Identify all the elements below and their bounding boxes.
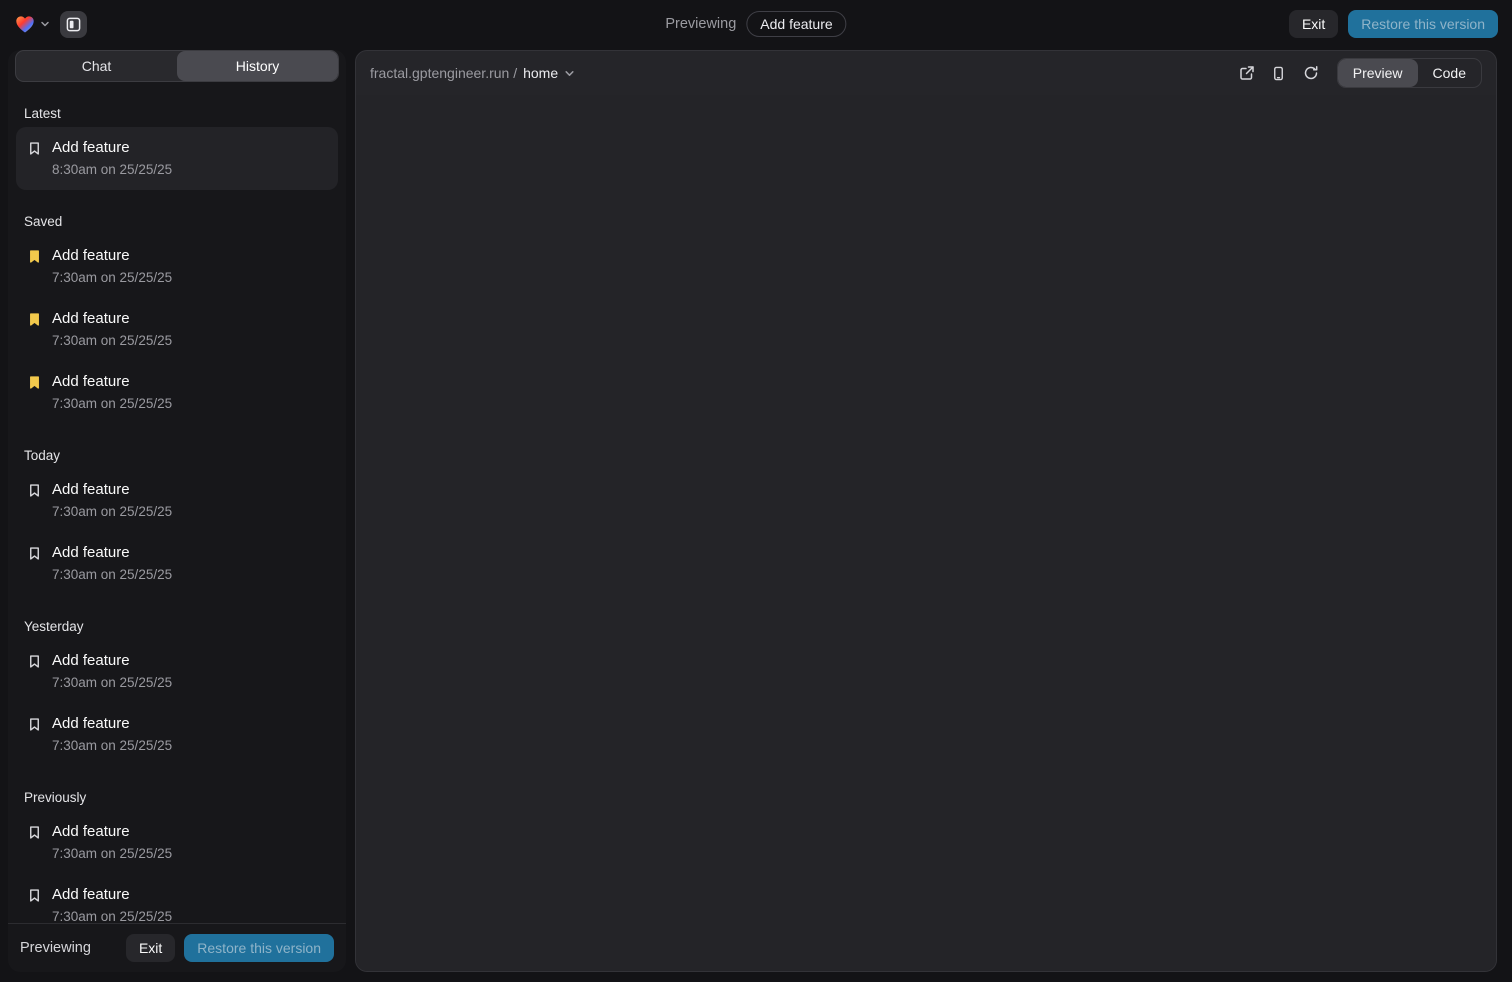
history-item-timestamp: 7:30am on 25/25/25 [52,269,172,287]
sidebar-toggle-button[interactable] [60,11,87,38]
preview-viewport[interactable] [356,95,1496,971]
history-item-title: Add feature [52,822,172,842]
preview-panel: fractal.gptengineer.run / home [355,50,1497,972]
bookmark-filled-icon [27,249,43,264]
preview-url-selector[interactable]: fractal.gptengineer.run / home [370,65,575,81]
history-item-timestamp: 7:30am on 25/25/25 [52,332,172,350]
footer-restore-version-button[interactable]: Restore this version [184,934,334,962]
history-item[interactable]: Add feature 7:30am on 25/25/25 [16,640,338,703]
history-item[interactable]: Add feature 7:30am on 25/25/25 [16,703,338,766]
restore-version-button[interactable]: Restore this version [1348,10,1498,38]
history-section-title: Yesterday [24,619,330,634]
history-section: Latest Add feature 8:30am on 25/25/25 [16,106,338,190]
tab-preview[interactable]: Preview [1338,59,1418,87]
history-section: Today Add feature 7:30am on 25/25/25 Add… [16,448,338,595]
bookmark-outline-icon [27,483,43,498]
mobile-device-icon [1271,66,1286,81]
history-item[interactable]: Add feature 7:30am on 25/25/25 [16,361,338,424]
bookmark-outline-icon [27,717,43,732]
history-item-title: Add feature [52,372,172,392]
app-logo-menu[interactable] [14,13,50,35]
preview-url-page: home [523,65,558,81]
bookmark-filled-icon [27,312,43,327]
app-window: Previewing Add feature Exit Restore this… [0,0,1512,982]
history-section-title: Previously [24,790,330,805]
footer-exit-button[interactable]: Exit [126,934,175,962]
history-item[interactable]: Add feature 7:30am on 25/25/25 [16,298,338,361]
history-list[interactable]: Latest Add feature 8:30am on 25/25/25 Sa… [8,82,346,923]
history-item-title: Add feature [52,480,172,500]
history-section: Yesterday Add feature 7:30am on 25/25/25… [16,619,338,766]
bookmark-outline-icon [27,825,43,840]
sidebar-tab-switcher: Chat History [15,50,339,82]
history-item-title: Add feature [52,543,172,563]
history-item-title: Add feature [52,651,172,671]
sidebar-footer: Previewing Exit Restore this version [8,923,346,972]
history-item-title: Add feature [52,246,172,266]
tab-chat[interactable]: Chat [16,51,177,81]
preview-url-prefix: fractal.gptengineer.run / [370,65,517,81]
history-section-title: Saved [24,214,330,229]
bookmark-outline-icon [27,888,43,903]
history-item-timestamp: 7:30am on 25/25/25 [52,908,172,923]
history-sidebar: Chat History Latest Add feature 8:30am o… [8,50,346,972]
bookmark-outline-icon [27,546,43,561]
history-item-timestamp: 7:30am on 25/25/25 [52,566,172,584]
tab-history[interactable]: History [177,51,338,81]
history-item-timestamp: 7:30am on 25/25/25 [52,503,172,521]
refresh-button[interactable] [1297,59,1325,87]
mobile-view-button[interactable] [1265,59,1293,87]
history-item-title: Add feature [52,309,172,329]
history-section: Saved Add feature 7:30am on 25/25/25 Add… [16,214,338,424]
history-item-timestamp: 8:30am on 25/25/25 [52,161,172,179]
preview-header: fractal.gptengineer.run / home [356,51,1496,95]
history-item-title: Add feature [52,714,172,734]
open-external-button[interactable] [1233,59,1261,87]
tab-code[interactable]: Code [1418,59,1481,87]
exit-button[interactable]: Exit [1289,10,1338,38]
bookmark-outline-icon [27,654,43,669]
history-item-timestamp: 7:30am on 25/25/25 [52,845,172,863]
history-section-title: Today [24,448,330,463]
history-item[interactable]: Add feature 7:30am on 25/25/25 [16,532,338,595]
history-item[interactable]: Add feature 7:30am on 25/25/25 [16,874,338,923]
history-item-title: Add feature [52,885,172,905]
chevron-down-icon [564,68,575,79]
version-badge: Add feature [746,11,846,37]
external-link-icon [1239,65,1255,81]
history-section: Previously Add feature 7:30am on 25/25/2… [16,790,338,923]
bookmark-outline-icon [27,141,43,156]
history-item[interactable]: Add feature 7:30am on 25/25/25 [16,235,338,298]
panel-left-icon [66,17,81,32]
history-item[interactable]: Add feature 7:30am on 25/25/25 [16,469,338,532]
refresh-icon [1303,65,1319,81]
history-item-timestamp: 7:30am on 25/25/25 [52,395,172,413]
top-header: Previewing Add feature Exit Restore this… [0,0,1512,48]
history-item-timestamp: 7:30am on 25/25/25 [52,674,172,692]
history-item[interactable]: Add feature 8:30am on 25/25/25 [16,127,338,190]
preview-code-switcher: Preview Code [1337,58,1482,88]
history-item-timestamp: 7:30am on 25/25/25 [52,737,172,755]
history-item[interactable]: Add feature 7:30am on 25/25/25 [16,811,338,874]
history-item-title: Add feature [52,138,172,158]
footer-previewing-label: Previewing [20,940,91,956]
bookmark-filled-icon [27,375,43,390]
heart-logo-icon [14,13,36,35]
chevron-down-icon [40,19,50,29]
previewing-label: Previewing [665,16,736,32]
history-section-title: Latest [24,106,330,121]
